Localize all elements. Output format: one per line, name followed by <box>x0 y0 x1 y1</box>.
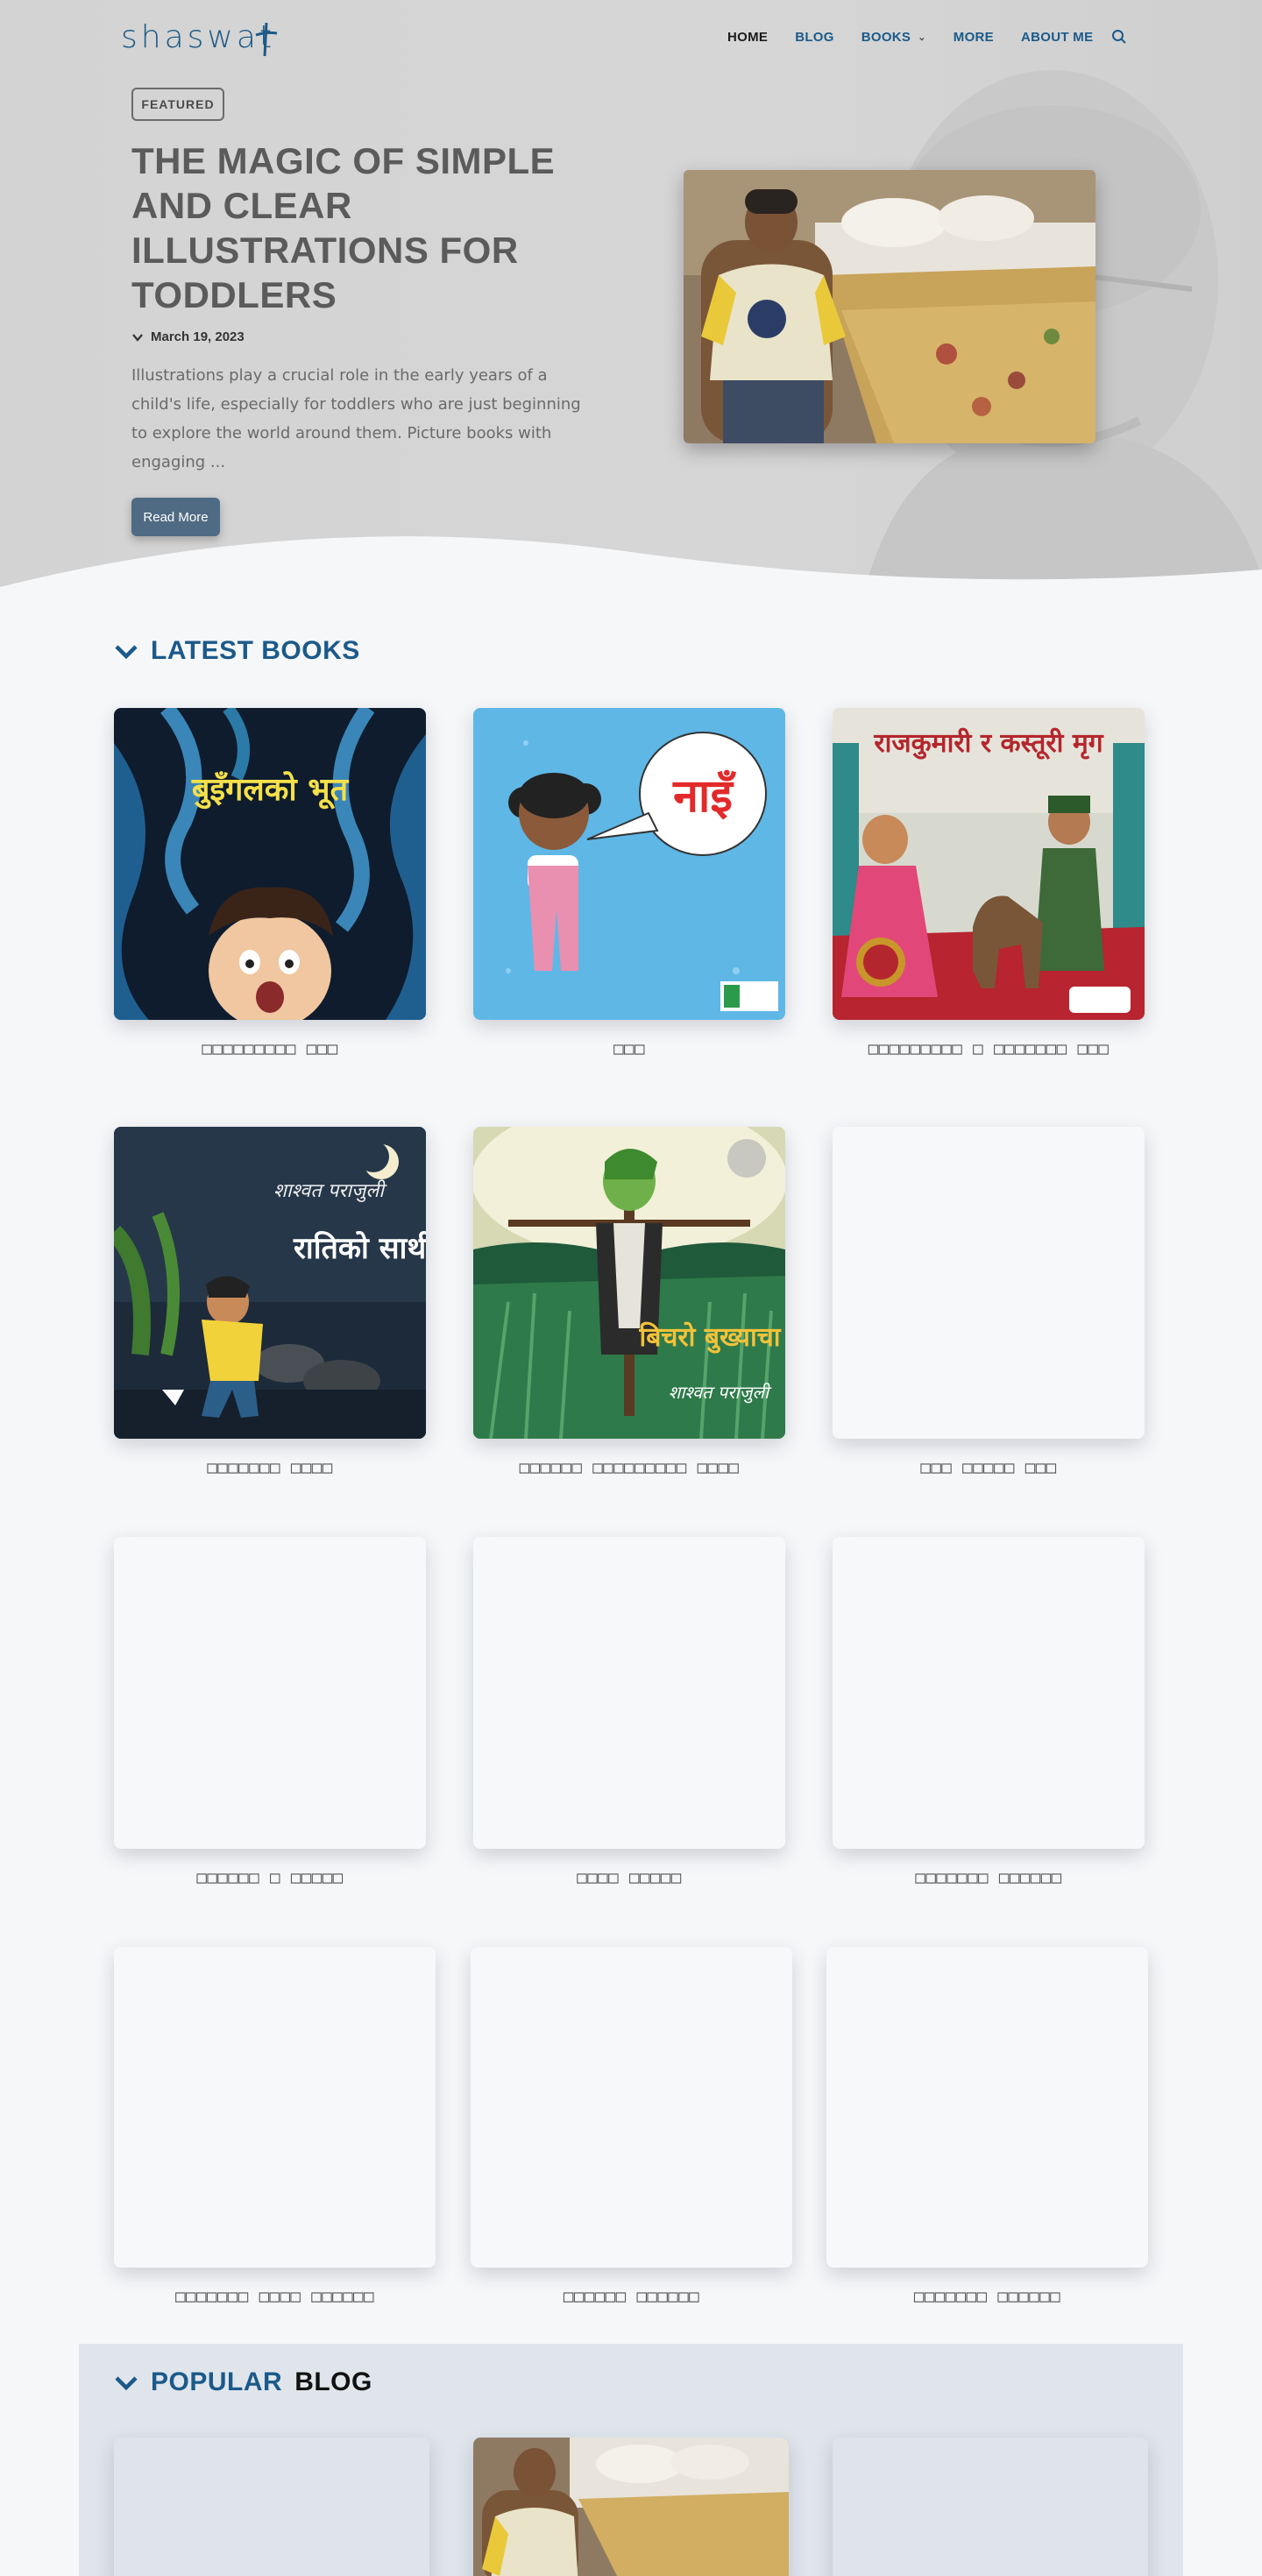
nav-more-label: MORE <box>953 30 994 45</box>
book-title[interactable]: □□□ □□□□□ □□□ <box>833 1458 1145 1477</box>
nav-about-me-label: ABOUT ME <box>1020 30 1094 45</box>
nav-home[interactable]: HOME <box>727 30 768 45</box>
cover-text: राजकुमारी र कस्तूरी मृग <box>873 727 1103 760</box>
book-title[interactable]: □□□□□□□ □□□□□□ <box>826 2287 1148 2306</box>
book-card[interactable] <box>471 1947 792 2268</box>
book-cover-rajkumari: राजकुमारी र कस्तूरी मृग <box>833 708 1145 1020</box>
nav-more[interactable]: MORE <box>954 30 994 45</box>
book-card[interactable]: नाइँ <box>473 708 785 1020</box>
popular-heading-accent: POPULAR <box>151 2367 283 2396</box>
book-title[interactable]: □□□□□□□ □□□□ <box>114 1458 426 1477</box>
book-title[interactable]: □□□□□□ □□□□□□□□□ □□□□ <box>473 1458 785 1477</box>
cover-text: बुइँगलको भूत <box>191 771 350 810</box>
book-card[interactable] <box>114 1947 436 2268</box>
hero-section: shaswat HOME BLOG BOOKS ⌄ MORE ABOUT ME F… <box>0 0 1262 613</box>
book-title[interactable]: □□□□ □□□□□ <box>473 1868 785 1887</box>
svg-text:शाश्वत पराजुली: शाश्वत पराजुली <box>273 1179 387 1202</box>
nav-home-label: HOME <box>727 30 769 45</box>
book-cover-naai: नाइँ <box>473 708 785 1020</box>
main-nav: HOME BLOG BOOKS ⌄ MORE ABOUT ME <box>727 30 1120 45</box>
hero-title[interactable]: THE MAGIC OF SIMPLE AND CLEAR ILLUSTRATI… <box>131 138 622 317</box>
book-cover-ratiko-sathi: शाश्वत पराजुली रातिको साथी <box>114 1127 426 1439</box>
blog-card-image <box>473 2438 789 2576</box>
nav-about-me[interactable]: ABOUT ME <box>1021 30 1093 45</box>
book-card[interactable] <box>833 1127 1145 1439</box>
blog-card[interactable] <box>833 2438 1148 2576</box>
book-cover-placeholder <box>114 1537 426 1849</box>
chevron-down-icon <box>132 333 143 342</box>
featured-badge: FEATURED <box>131 88 224 121</box>
logo-plus-icon <box>255 22 278 57</box>
site-logo[interactable]: shaswat <box>121 16 287 65</box>
cover-text: नाइँ <box>672 769 737 823</box>
book-title[interactable]: □□□□□□ □□□□□□ <box>471 2287 792 2306</box>
popular-blog-heading: POPULAR BLOG <box>114 2367 372 2397</box>
book-card[interactable]: राजकुमारी र कस्तूरी मृग <box>833 708 1145 1020</box>
book-title[interactable]: □□□□□□ □ □□□□□ <box>114 1868 426 1887</box>
book-card[interactable]: बिचरो बुख्याचा शाश्वत पराजुली <box>473 1127 785 1439</box>
book-cover-bichro-bukhyacha: बिचरो बुख्याचा शाश्वत पराजुली <box>473 1127 785 1439</box>
boy-on-bed-photo <box>684 170 1095 443</box>
svg-text:शाश्वत पराजुली: शाश्वत पराजुली <box>669 1382 772 1404</box>
book-cover-placeholder <box>471 1947 792 2268</box>
latest-books-heading: LATEST BOOKS <box>114 636 360 666</box>
hero-date-text: March 19, 2023 <box>151 329 245 344</box>
book-card[interactable]: शाश्वत पराजुली रातिको साथी <box>114 1127 426 1439</box>
book-cover-buigalko-bhoot: बुइँगलको भूत <box>114 708 426 1020</box>
blog-card[interactable] <box>114 2438 429 2576</box>
book-card[interactable] <box>826 1947 1148 2268</box>
book-cover-placeholder <box>833 1537 1145 1849</box>
nav-books[interactable]: BOOKS ⌄ <box>861 30 926 45</box>
book-title[interactable]: □□□□□□□□□ □□□ <box>114 1039 426 1058</box>
book-title[interactable]: □□□□□□□□□ □ □□□□□□□ □□□ <box>833 1039 1145 1058</box>
chevron-down-icon <box>115 2376 138 2391</box>
hero-wave-divider <box>0 536 1262 613</box>
hero-featured-image[interactable] <box>684 170 1095 443</box>
cover-text: बिचरो बुख्याचा <box>638 1321 781 1354</box>
book-card[interactable] <box>114 1537 426 1849</box>
book-title[interactable]: □□□□□□□ □□□□□□ <box>833 1868 1145 1887</box>
chevron-down-icon: ⌄ <box>918 32 926 43</box>
latest-books-heading-text: LATEST BOOKS <box>151 636 360 665</box>
book-cover-placeholder <box>473 1537 785 1849</box>
book-cover-placeholder <box>826 1947 1148 2268</box>
cover-text: रातिको साथी <box>293 1230 426 1266</box>
nav-blog-label: BLOG <box>795 30 834 45</box>
book-cover-placeholder <box>833 1127 1145 1439</box>
nav-books-label: BOOKS <box>861 30 911 45</box>
hero-excerpt: Illustrations play a crucial role in the… <box>131 366 581 471</box>
nav-blog[interactable]: BLOG <box>795 30 834 45</box>
book-card[interactable] <box>833 1537 1145 1849</box>
blog-card[interactable] <box>473 2438 789 2576</box>
book-title[interactable]: □□□□□□□ □□□□ □□□□□□ <box>114 2287 436 2306</box>
search-icon[interactable] <box>1111 29 1127 45</box>
book-card[interactable]: बुइँगलको भूत <box>114 708 426 1020</box>
hero-date: March 19, 2023 <box>131 329 245 344</box>
popular-heading-dark: BLOG <box>294 2367 372 2396</box>
chevron-down-icon <box>115 645 138 660</box>
book-card[interactable] <box>473 1537 785 1849</box>
book-title[interactable]: □□□ <box>473 1039 785 1058</box>
book-cover-placeholder <box>114 1947 436 2268</box>
